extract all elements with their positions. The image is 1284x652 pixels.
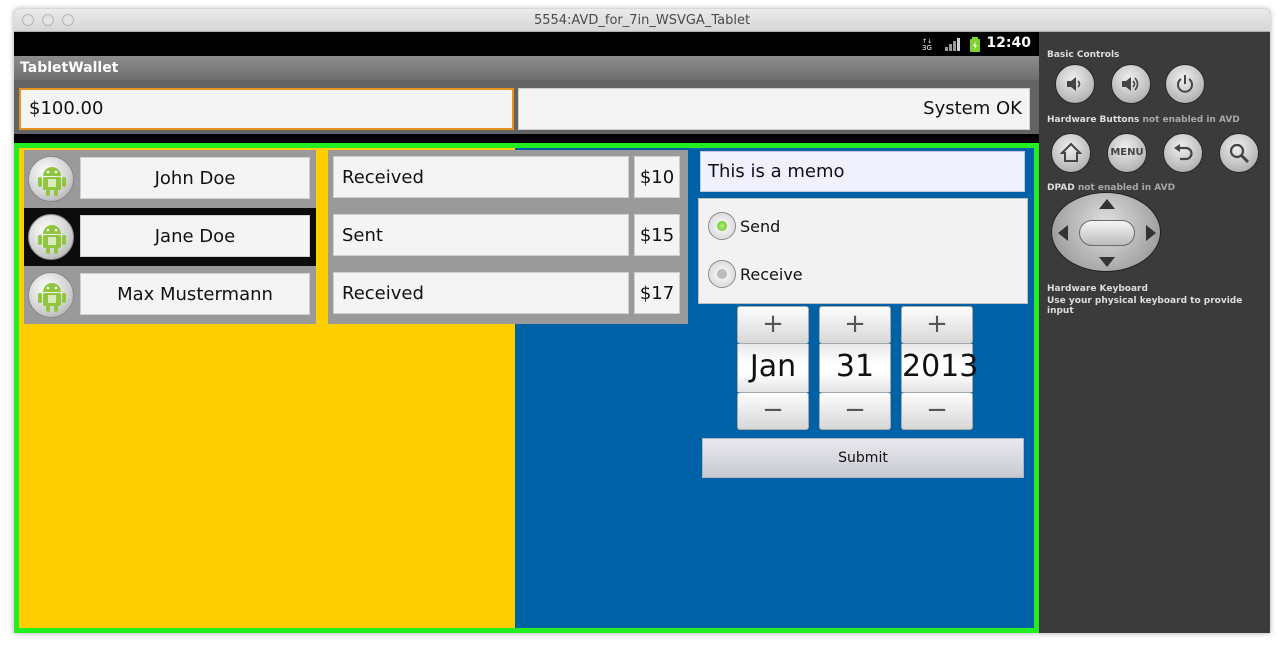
volume-up-icon	[1122, 77, 1139, 91]
dpad-title: DPAD	[1047, 183, 1075, 193]
year-picker: + 2013 −	[901, 306, 978, 430]
dpad-left-icon	[1058, 225, 1068, 241]
contact-row-selected[interactable]: Jane Doe	[24, 208, 316, 266]
radio-unchecked-icon	[708, 260, 736, 288]
dpad-right-icon	[1146, 225, 1156, 241]
radio-label: Send	[740, 217, 781, 236]
month-value[interactable]: Jan	[737, 344, 809, 392]
search-button[interactable]	[1219, 133, 1259, 173]
hardware-buttons-note: not enabled in AVD	[1142, 115, 1240, 125]
dpad[interactable]	[1051, 192, 1161, 272]
hardware-buttons-label: Hardware Buttons not enabled in AVD	[1047, 115, 1240, 125]
back-button[interactable]	[1163, 133, 1203, 173]
year-decrement-button[interactable]: −	[901, 392, 973, 430]
back-icon	[1174, 144, 1193, 161]
contact-name: Max Mustermann	[80, 273, 310, 315]
day-decrement-button[interactable]: −	[819, 392, 891, 430]
main-content: John Doe Jane Doe Max Mustermann Receive…	[14, 143, 1039, 633]
keyboard-note: Use your physical keyboard to provide in…	[1047, 296, 1243, 316]
contact-list: John Doe Jane Doe Max Mustermann	[24, 150, 316, 324]
contact-name: Jane Doe	[80, 215, 310, 257]
battery-charging-icon	[970, 37, 980, 52]
data-3g-icon: ↑↓ 3G	[922, 38, 932, 51]
transaction-type[interactable]: Received	[333, 156, 629, 198]
basic-controls-label: Basic Controls	[1047, 50, 1120, 60]
transaction-amount[interactable]: $17	[634, 272, 680, 314]
radio-checked-icon	[708, 212, 736, 240]
transaction-type[interactable]: Sent	[333, 214, 629, 256]
window-titlebar: 5554:AVD_for_7in_WSVGA_Tablet	[14, 9, 1270, 32]
device-screen: ↑↓ 3G 12:40 TabletWallet $100.00 System …	[14, 32, 1039, 633]
menu-button[interactable]: MENU	[1107, 133, 1147, 173]
home-icon	[1060, 142, 1082, 162]
dpad-note: not enabled in AVD	[1077, 183, 1176, 193]
emulator-controls: Basic Controls Hardware Buttons not enab…	[1039, 32, 1270, 633]
power-icon	[1177, 75, 1193, 93]
radio-send[interactable]: Send	[708, 211, 1008, 241]
emulator-window: 5554:AVD_for_7in_WSVGA_Tablet ↑↓ 3G 12:4…	[14, 9, 1270, 633]
contact-row[interactable]: John Doe	[24, 150, 316, 208]
memo-input[interactable]: This is a memo	[700, 151, 1025, 192]
dpad-down-icon	[1099, 257, 1115, 267]
radio-label: Receive	[740, 265, 803, 284]
transaction-amount[interactable]: $15	[634, 214, 680, 256]
volume-up-button[interactable]	[1111, 64, 1151, 104]
submit-button[interactable]: Submit	[702, 438, 1024, 478]
contact-row[interactable]: Max Mustermann	[24, 266, 316, 324]
day-increment-button[interactable]: +	[819, 306, 891, 344]
year-value[interactable]: 2013	[901, 344, 978, 392]
direction-radio-group: Send Receive	[698, 198, 1028, 304]
transaction-type[interactable]: Received	[333, 272, 629, 314]
header-strip: $100.00 System OK	[14, 80, 1039, 134]
home-button[interactable]	[1051, 133, 1091, 173]
month-decrement-button[interactable]: −	[737, 392, 809, 430]
transaction-amount[interactable]: $10	[634, 156, 680, 198]
transaction-list: Received $10 Sent $15 Received $17	[328, 150, 688, 324]
day-picker: + 31 −	[819, 306, 891, 430]
power-button[interactable]	[1165, 64, 1205, 104]
menu-label: MENU	[1110, 147, 1144, 158]
signal-icon	[945, 38, 960, 51]
month-picker: + Jan −	[737, 306, 809, 430]
dpad-center-button[interactable]	[1079, 220, 1135, 246]
volume-down-icon	[1067, 77, 1081, 91]
contact-name: John Doe	[80, 157, 310, 199]
action-bar: TabletWallet	[14, 56, 1039, 80]
window-title: 5554:AVD_for_7in_WSVGA_Tablet	[533, 13, 751, 28]
month-increment-button[interactable]: +	[737, 306, 809, 344]
radio-receive[interactable]: Receive	[708, 259, 1008, 289]
app-title: TabletWallet	[20, 60, 119, 76]
svg-text:3G: 3G	[922, 44, 932, 51]
keyboard-label: Hardware Keyboard	[1047, 284, 1148, 294]
day-value[interactable]: 31	[819, 344, 891, 392]
android-avatar-icon	[28, 156, 74, 202]
year-increment-button[interactable]: +	[901, 306, 973, 344]
android-avatar-icon	[28, 214, 74, 260]
dpad-up-icon	[1099, 199, 1115, 209]
clock: 12:40	[986, 35, 1031, 51]
status-bar: ↑↓ 3G 12:40	[14, 32, 1039, 56]
hardware-buttons-title: Hardware Buttons	[1047, 115, 1140, 125]
volume-down-button[interactable]	[1055, 64, 1095, 104]
system-status-field: System OK	[518, 88, 1030, 130]
search-icon	[1229, 143, 1250, 164]
android-avatar-icon	[28, 272, 74, 318]
balance-field[interactable]: $100.00	[19, 88, 514, 130]
